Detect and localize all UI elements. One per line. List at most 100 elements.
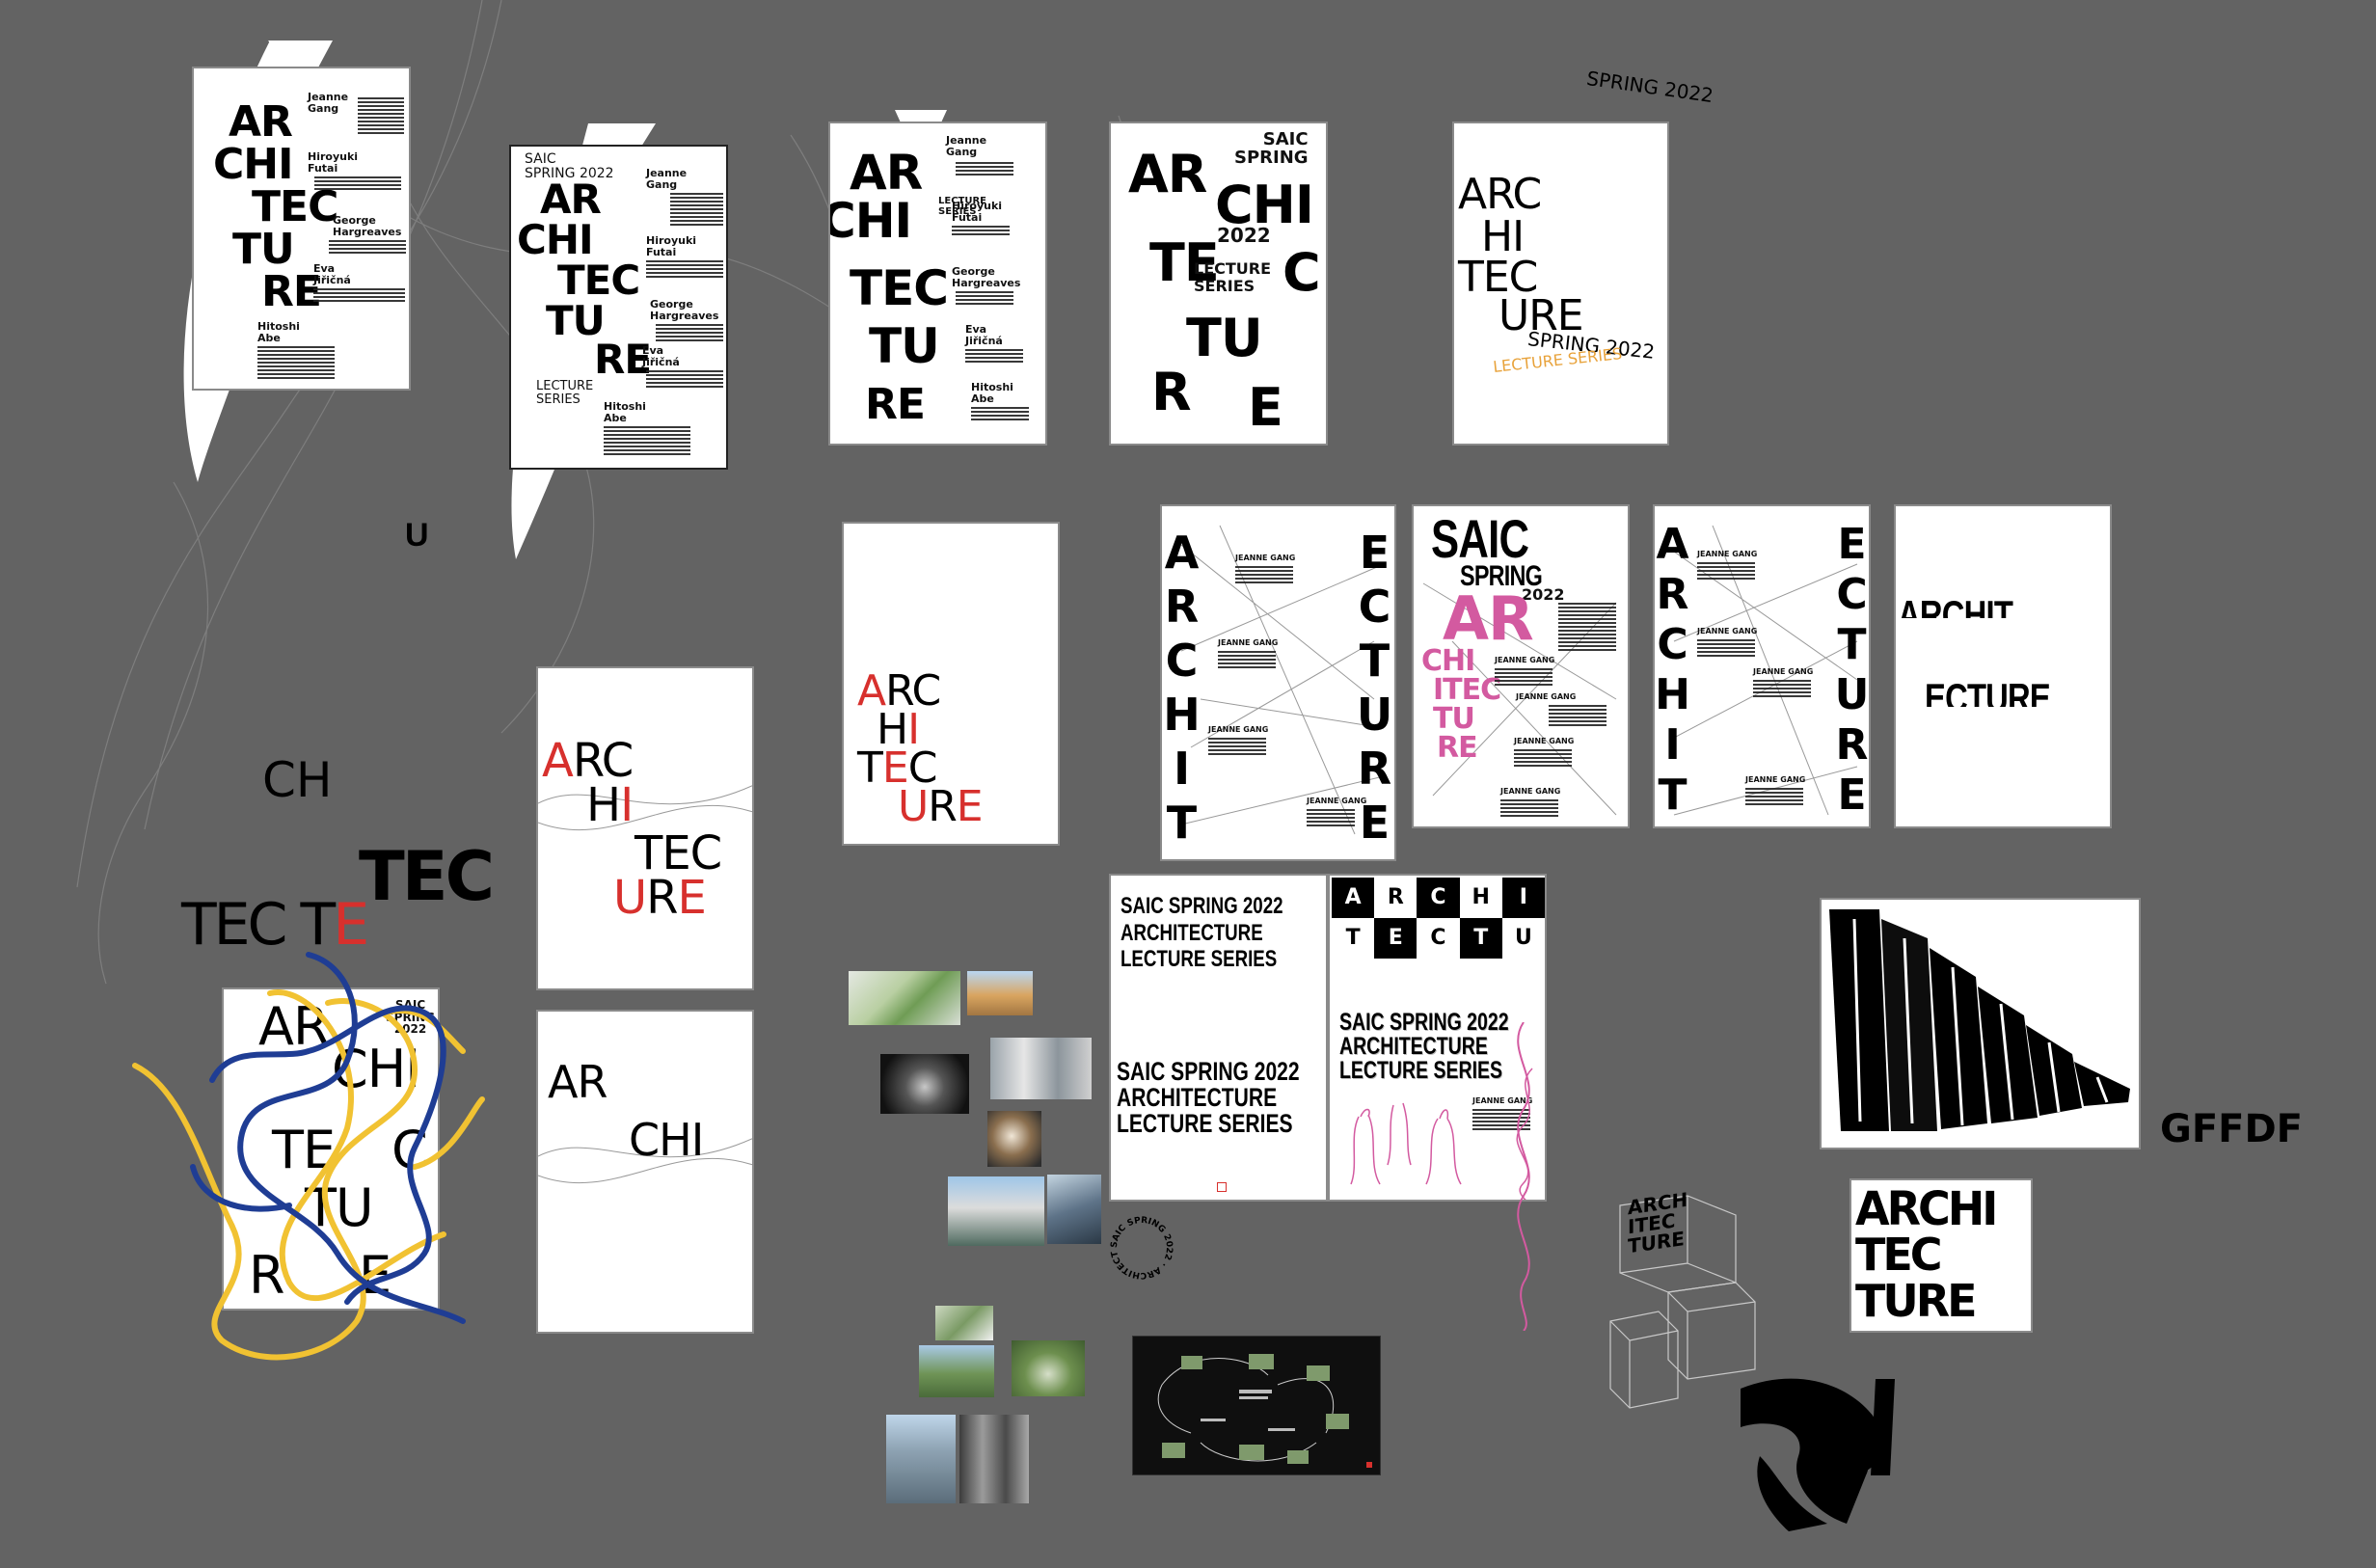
thumbnail-atrium[interactable] (990, 1038, 1092, 1099)
poster-1-title-tec: TEC (252, 182, 338, 231)
poster-2-name: George Hargreaves (650, 298, 719, 322)
poster-11-title-tec: TEC (634, 826, 722, 880)
poster-10-line-2: ECTURE (1925, 684, 2051, 707)
poster-6[interactable]: ARC HI TEC URE (842, 522, 1060, 846)
thumbnail-facade-detail[interactable] (959, 1415, 1029, 1503)
poster-1-body-text (257, 346, 335, 381)
poster-1[interactable]: AR CHI TEC TU RE Jeanne Gang Hiroyuki Fu… (192, 67, 411, 391)
diagram-panel[interactable] (1132, 1336, 1381, 1475)
poster-7[interactable]: ARCHIT ECTURE JEANNE GANG JEANNE GANG JE… (1160, 504, 1396, 861)
poster-4-title-c: C (1282, 242, 1321, 303)
poster-8-name: JEANNE GANG (1495, 656, 1555, 664)
poster-3-title-re: RE (865, 380, 926, 429)
poster-15-letter-grid: A R C H I T E C T U (1332, 878, 1545, 959)
poster-10-line-1: ARCHIT (1898, 595, 2013, 618)
poster-3-body-text (956, 291, 1013, 305)
poster-15-text: SAIC SPRING 2022 ARCHITECTURE LECTURE SE… (1339, 1009, 1509, 1084)
spring-2022-label: SPRING 2022 (1584, 66, 1715, 108)
poster-17-line-1: ARCHI (1855, 1180, 1998, 1236)
poster-8-title-tu: TU (1433, 702, 1475, 736)
poster-7-name: JEANNE GANG (1307, 797, 1367, 805)
thumbnail-courtyard[interactable] (948, 1176, 1044, 1246)
poster-9[interactable]: ARCHIT ECTURE JEANNE GANG JEANNE GANG JE… (1653, 504, 1871, 828)
thumbnail-spiral-stair[interactable] (987, 1111, 1041, 1167)
swirl-graphic (1741, 1378, 1895, 1531)
poster-14[interactable]: SAIC SPRING 2022 ARCHITECTURE LECTURE SE… (1109, 874, 1328, 1202)
poster-7-body-text (1208, 738, 1266, 755)
poster-3-body-text (956, 162, 1013, 176)
poster-2-title-chi: CHI (517, 216, 594, 263)
poster-4[interactable]: SAIC SPRING AR CHI 2022 TE LECTURE SERIE… (1109, 122, 1328, 446)
poster-1-title-ar: AR (229, 97, 293, 147)
poster-9-name: JEANNE GANG (1697, 627, 1758, 635)
poster-10[interactable]: ARCHIT ECTURE (1894, 504, 2112, 828)
poster-3-name: Hiroyuki Futai (952, 200, 1003, 224)
loose-tec-big-text: TEC (359, 837, 495, 916)
poster-2-subtitle: LECTURE SERIES (536, 379, 594, 407)
poster-14-mark (1217, 1182, 1227, 1192)
poster-3-body-text (965, 349, 1023, 363)
thumbnail-aerial-plan[interactable] (849, 971, 960, 1025)
poster-5[interactable]: ARC HI TEC URE SPRING 2022 LECTURE SERIE… (1452, 122, 1669, 446)
poster-12-right: CHI (629, 1114, 704, 1166)
poster-2-name: Hitoshi Abe (604, 400, 646, 424)
thumbnail-tunnel[interactable] (880, 1054, 969, 1114)
poster-8-body-text (1495, 668, 1552, 686)
poster-2-body-text (646, 260, 723, 280)
thumbnail-skyscraper[interactable] (886, 1415, 956, 1503)
poster-9-name: JEANNE GANG (1745, 775, 1806, 784)
cube-label: ARCH ITEC TURE (1628, 1187, 1688, 1258)
poster-9-right-letters: ECTURE (1834, 520, 1869, 820)
thumbnail-landscape[interactable] (919, 1345, 994, 1397)
poster-1-body-text (358, 97, 404, 136)
loose-u-glyph: U (405, 517, 429, 554)
thumbnail-tower[interactable] (1047, 1175, 1101, 1244)
poster-1-title-re: RE (261, 267, 322, 316)
thumbnail-park-ribbon[interactable] (1012, 1340, 1085, 1396)
poster-10-line-2-wrap: ECTURE (1896, 684, 2110, 707)
poster-2[interactable]: SAIC SPRING 2022 AR CHI TEC TU RE LECTUR… (509, 145, 728, 470)
poster-1-name: Hiroyuki Futai (308, 150, 359, 175)
poster-11[interactable]: ARC HI TEC URE (536, 666, 754, 990)
thumbnail-green-roof[interactable] (935, 1306, 993, 1340)
poster-7-name: JEANNE GANG (1235, 554, 1296, 562)
poster-12[interactable]: AR CHI (536, 1010, 754, 1334)
poster-3-name: Eva Jiřičná (965, 323, 1003, 347)
poster-2-title-ar: AR (540, 176, 602, 223)
poster-17-line-3: TURE (1855, 1275, 1978, 1327)
poster-3-body-text (952, 226, 1010, 237)
poster-7-body-text (1235, 566, 1293, 583)
poster-2-body-text (670, 193, 723, 228)
poster-11-title-arc: ARC (542, 734, 634, 788)
poster-4-title-r: R (1151, 362, 1192, 422)
poster-8[interactable]: SAIC SPRING 2022 AR CHI ITEC TU RE JEANN… (1412, 504, 1630, 828)
poster-1-name: Jeanne Gang (308, 91, 349, 115)
poster-4-title-e: E (1248, 377, 1283, 438)
poster-9-body-text (1753, 680, 1811, 697)
poster-16[interactable] (1820, 898, 2141, 1149)
poster-5-title-arc: ARC (1458, 170, 1542, 219)
poster-2-name: Eva Jiřičná (642, 344, 680, 368)
poster-2-name: Jeanne Gang (646, 167, 688, 191)
poster-3-title-tec: TEC (850, 260, 949, 316)
poster-3-name: George Hargreaves (952, 265, 1021, 289)
poster-1-body-text (329, 240, 406, 254)
poster-1-title-tu: TU (232, 225, 295, 274)
poster-9-left-letters: ARCHIT (1655, 520, 1690, 820)
poster-1-body-text (314, 176, 401, 190)
poster-3-title-ar: AR (850, 145, 923, 201)
poster-9-body-text (1697, 562, 1755, 580)
poster-8-name: JEANNE GANG (1516, 692, 1577, 701)
scribble-overlay (132, 952, 485, 1361)
svg-text:SAIC SPRING 2022 · ARCHITECTUR: SAIC SPRING 2022 · ARCHITECTURE LECTURE … (1105, 1211, 1174, 1280)
poster-1-name: Eva Jiřičná (313, 262, 351, 286)
poster-2-name: Hiroyuki Futai (646, 234, 697, 258)
poster-3[interactable]: AR CHI TEC TU RE LECTURE SERIES Jeanne G… (828, 122, 1047, 446)
poster-7-left-letters: ARCHIT (1163, 527, 1201, 849)
pink-wave-line (1517, 1022, 1530, 1331)
poster-11-title-hi: HI (586, 778, 634, 832)
thumbnail-building-facade[interactable] (967, 971, 1033, 1015)
poster-2-body-text (656, 324, 723, 343)
poster-4-title-ar: AR (1128, 144, 1207, 204)
poster-17[interactable]: ARCHI TEC TURE (1850, 1178, 2033, 1333)
